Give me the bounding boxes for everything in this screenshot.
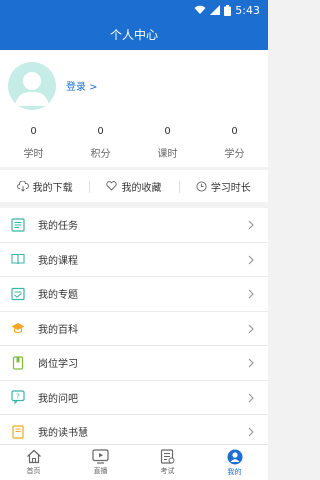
- graduation-cap-icon: [11, 323, 25, 334]
- avatar[interactable]: [8, 62, 56, 110]
- menu-list: 我的任务 我的课程 我的专题 我的百科 岗位学习 ? 我的问吧 我的读书慧: [0, 208, 268, 450]
- stats-row: 0 学时 0 积分 0 课时 0 学分: [0, 126, 268, 160]
- stat-credits[interactable]: 0 学分: [201, 126, 268, 160]
- bottom-tab-bar: 首页 直播 考试 我的: [0, 444, 268, 480]
- chevron-right-icon: [248, 393, 254, 402]
- stat-value: 0: [97, 126, 104, 137]
- menu-label: 我的百科: [38, 324, 78, 336]
- status-bar: 5:43: [0, 0, 268, 20]
- my-downloads-button[interactable]: 我的下载: [0, 179, 89, 194]
- menu-label: 我的问吧: [38, 393, 78, 405]
- menu-item-my-courses[interactable]: 我的课程: [0, 242, 268, 277]
- stat-value: 0: [30, 126, 37, 137]
- stat-label: 课时: [157, 149, 178, 160]
- stat-value: 0: [164, 126, 171, 137]
- tab-exam[interactable]: 考试: [134, 445, 201, 480]
- stat-value: 0: [231, 126, 238, 137]
- menu-label: 我的读书慧: [38, 428, 88, 440]
- quick-label: 我的收藏: [121, 182, 162, 194]
- default-avatar-icon: [15, 72, 49, 106]
- login-link[interactable]: 登录 >: [66, 78, 98, 93]
- status-icons: 5:43: [194, 2, 260, 18]
- menu-label: 我的课程: [38, 255, 78, 267]
- quick-label: 学习时长: [210, 182, 251, 194]
- clock-icon: [196, 180, 207, 192]
- menu-label: 我的任务: [38, 221, 78, 233]
- quick-label: 我的下载: [32, 182, 73, 194]
- course-book-icon: [11, 254, 25, 265]
- stat-class-hours[interactable]: 0 课时: [134, 126, 201, 160]
- tab-label: 首页: [26, 467, 41, 475]
- tab-mine[interactable]: 我的: [201, 445, 268, 480]
- live-icon: [92, 449, 109, 464]
- menu-label: 我的专题: [38, 290, 78, 302]
- signal-icon: [210, 5, 221, 15]
- topic-icon: [11, 287, 25, 300]
- stat-points[interactable]: 0 积分: [67, 126, 134, 160]
- stat-study-hours[interactable]: 0 学时: [0, 126, 67, 160]
- bookmark-icon: [12, 356, 24, 370]
- svg-text:?: ?: [16, 393, 20, 401]
- menu-label: 岗位学习: [38, 359, 78, 371]
- battery-icon: [224, 4, 232, 16]
- menu-item-job-learning[interactable]: 岗位学习: [0, 346, 268, 381]
- tab-label: 我的: [227, 467, 242, 476]
- menu-item-my-encyclopedia[interactable]: 我的百科: [0, 311, 268, 346]
- page-title: 个人中心: [0, 20, 268, 50]
- stat-label: 学分: [224, 149, 245, 160]
- task-list-icon: [11, 218, 25, 232]
- menu-item-my-questions[interactable]: ? 我的问吧: [0, 380, 268, 415]
- reading-book-icon: [12, 425, 24, 439]
- tab-label: 直播: [93, 467, 108, 475]
- heart-icon: [106, 181, 118, 191]
- chevron-right-icon: [248, 427, 254, 437]
- quick-actions: 我的下载 我的收藏 学习时长: [0, 170, 268, 202]
- exam-icon: [160, 449, 175, 464]
- tab-label: 考试: [160, 467, 175, 475]
- wifi-icon: [194, 5, 206, 14]
- chevron-right-icon: [248, 255, 254, 264]
- stat-label: 积分: [90, 149, 111, 160]
- chevron-right-icon: [248, 289, 254, 299]
- tab-live[interactable]: 直播: [67, 445, 134, 480]
- status-time: 5:43: [235, 3, 260, 17]
- question-bubble-icon: ?: [11, 390, 25, 405]
- menu-item-my-topics[interactable]: 我的专题: [0, 277, 268, 312]
- menu-item-my-tasks[interactable]: 我的任务: [0, 208, 268, 243]
- chevron-right-icon: [248, 324, 254, 333]
- tab-home[interactable]: 首页: [0, 445, 67, 480]
- chevron-right-icon: [248, 358, 254, 368]
- chevron-right-icon: [248, 220, 254, 230]
- study-duration-button[interactable]: 学习时长: [178, 179, 268, 194]
- home-icon: [26, 449, 41, 464]
- profile-card: 登录 > 0 学时 0 积分 0 课时 0 学分: [0, 50, 268, 167]
- user-icon: [227, 449, 242, 464]
- cloud-download-icon: [16, 180, 29, 192]
- my-favorites-button[interactable]: 我的收藏: [89, 179, 178, 194]
- stat-label: 学时: [23, 149, 44, 160]
